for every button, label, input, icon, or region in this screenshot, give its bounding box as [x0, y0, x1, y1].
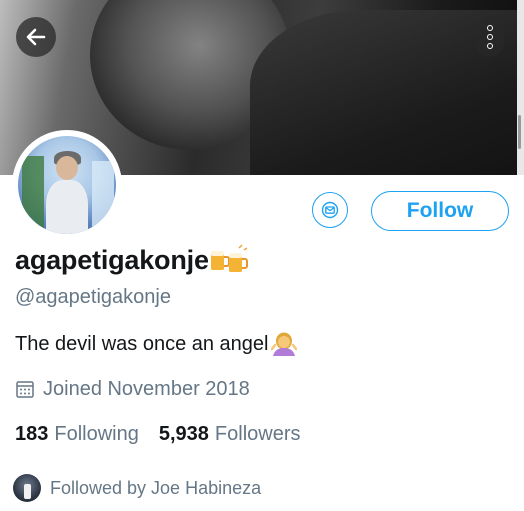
message-button[interactable] [312, 192, 348, 228]
display-name: agapetigakonje [15, 244, 209, 275]
follow-stats: 183 Following 5,938 Followers [15, 421, 301, 447]
avatar-photo [18, 136, 116, 234]
follower-avatar [13, 474, 41, 502]
scrollbar-thumb[interactable] [518, 115, 521, 149]
joined-date-text: Joined November 2018 [43, 377, 250, 400]
woman-shrugging-emoji [270, 332, 297, 356]
followers-count: 5,938 [158, 422, 209, 445]
profile-avatar[interactable] [12, 130, 122, 240]
back-arrow-icon [26, 28, 46, 46]
beer-mugs-emoji [210, 244, 248, 272]
more-vertical-icon [487, 25, 493, 31]
more-options-button[interactable] [476, 17, 504, 57]
calendar-icon [16, 381, 34, 398]
followed-by-row[interactable]: Followed by Joe Habineza [13, 473, 261, 503]
bio: The devil was once an angel [15, 330, 297, 358]
following-label: Following [54, 422, 139, 445]
followed-by-text: Followed by Joe Habineza [50, 477, 262, 498]
display-name-row: agapetigakonje [15, 243, 249, 277]
back-button[interactable] [16, 17, 56, 57]
envelope-icon [321, 201, 339, 219]
followers-link[interactable]: 5,938 Followers [159, 423, 301, 446]
following-link[interactable]: 183 Following [15, 423, 139, 446]
bio-text: The devil was once an angel [15, 332, 269, 355]
followers-label: Followers [214, 422, 301, 445]
follow-button[interactable]: Follow [371, 191, 509, 231]
following-count: 183 [15, 422, 49, 445]
user-handle: @agapetigakonje [15, 286, 171, 308]
joined-date-row: Joined November 2018 [15, 376, 250, 402]
